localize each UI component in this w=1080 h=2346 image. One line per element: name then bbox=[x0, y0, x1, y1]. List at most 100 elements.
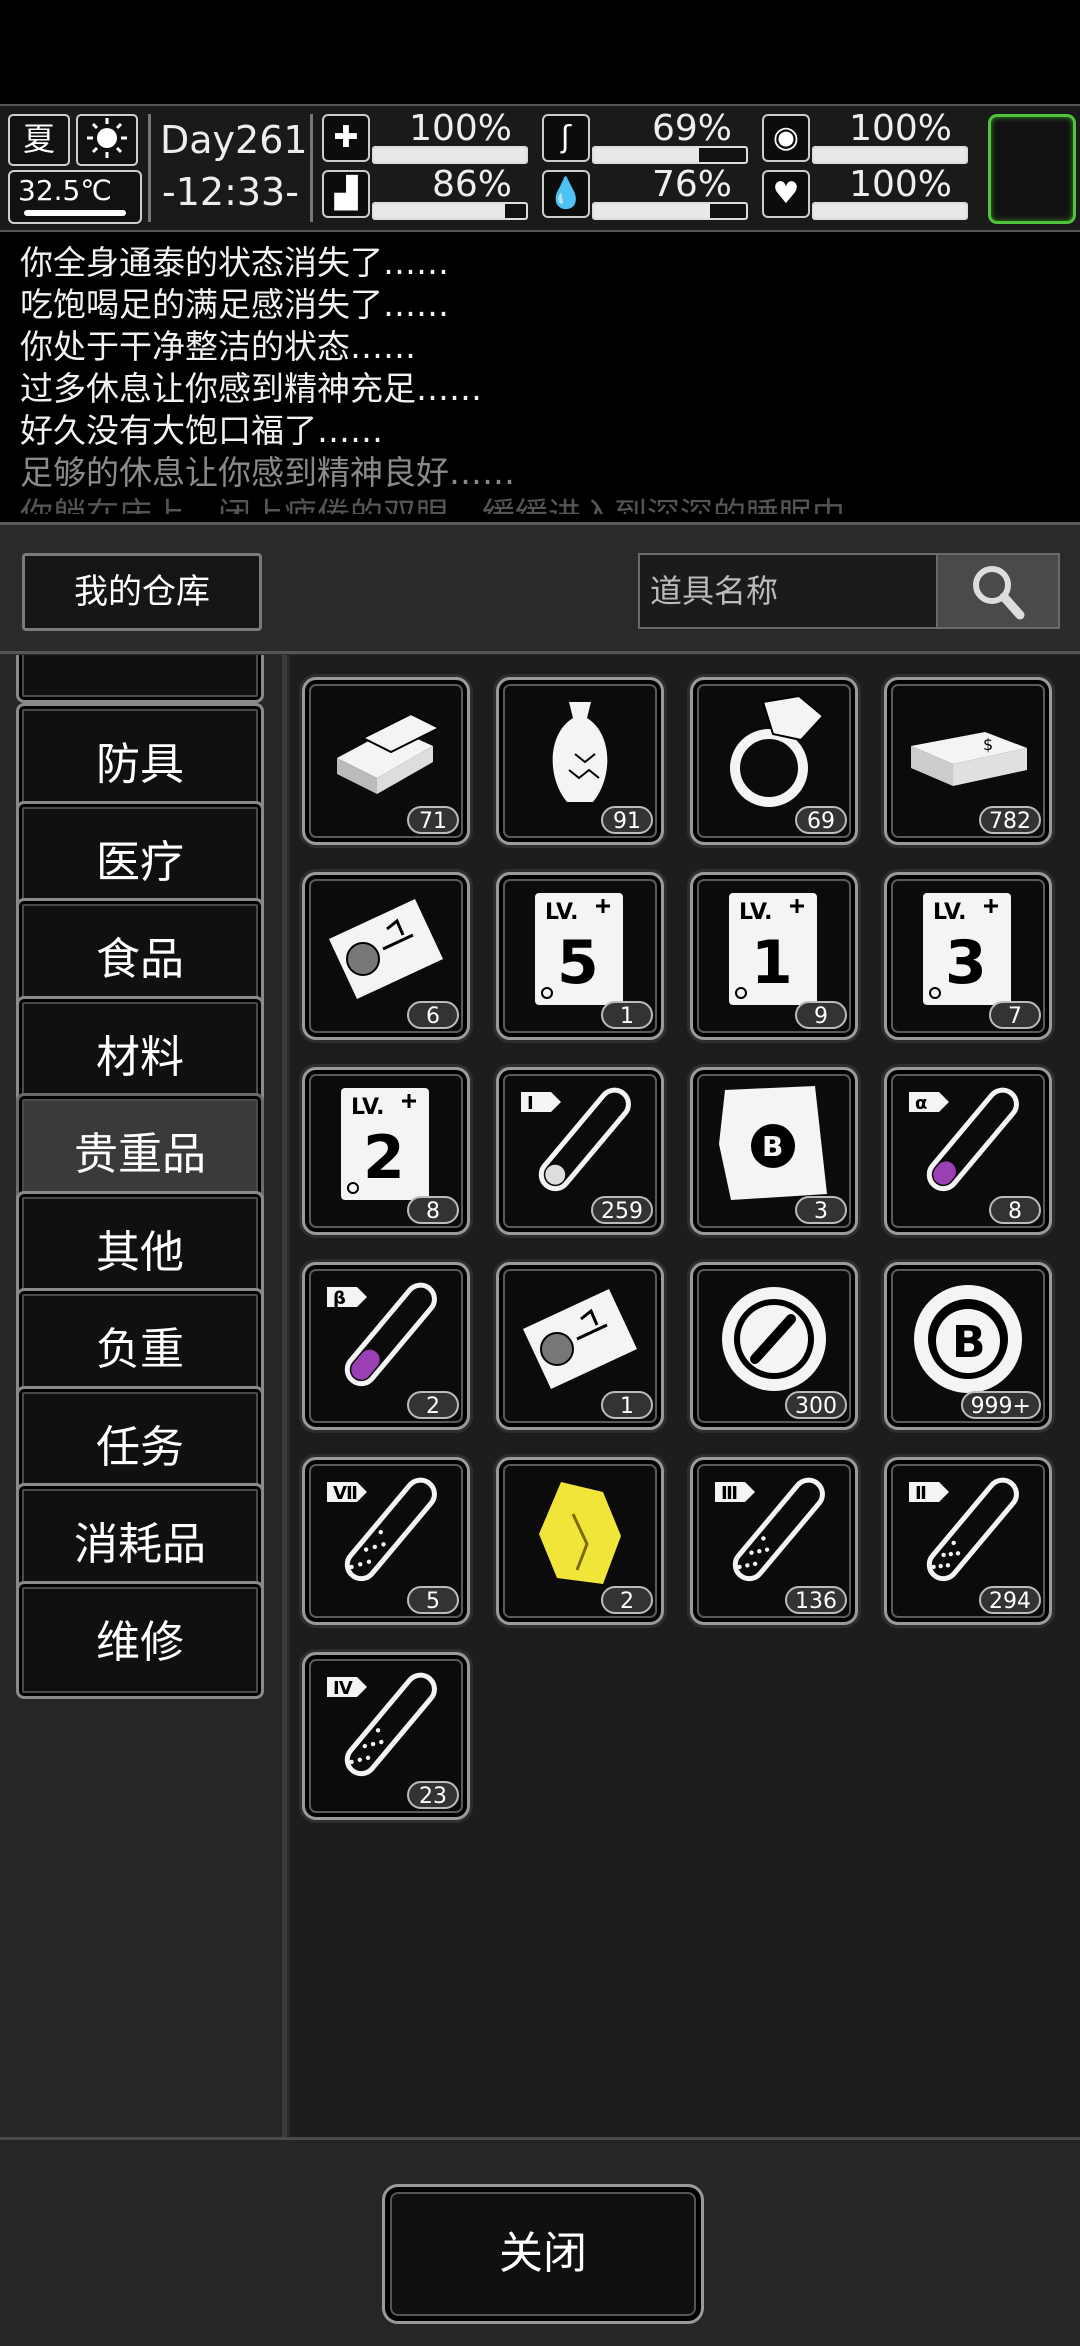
inventory-slot[interactable]: B3 bbox=[690, 1067, 858, 1235]
divider bbox=[310, 114, 313, 222]
equipped-slot[interactable] bbox=[988, 114, 1076, 224]
inventory-slot[interactable]: 71 bbox=[302, 677, 470, 845]
stat-bar bbox=[812, 202, 968, 220]
svg-text:1: 1 bbox=[751, 928, 793, 998]
inventory-slot[interactable]: 2 bbox=[496, 1457, 664, 1625]
close-button[interactable]: 关闭 bbox=[382, 2184, 704, 2324]
portrait-ticket-icon bbox=[523, 1289, 637, 1389]
stat-bar bbox=[372, 202, 528, 220]
item-count-badge: 1 bbox=[601, 1391, 653, 1419]
inventory-slot[interactable]: 6 bbox=[302, 872, 470, 1040]
svg-text:2: 2 bbox=[363, 1123, 405, 1193]
vase-icon bbox=[552, 702, 608, 802]
item-count-badge: 294 bbox=[979, 1586, 1041, 1614]
skill-book-icon: LV. 1 bbox=[729, 893, 817, 1005]
temperature-value: 32.5℃ bbox=[18, 174, 112, 207]
category-sidebar[interactable]: 防具 医疗 食品 材料 贵重品 其他 负重 任务 消耗品 维修 bbox=[0, 655, 284, 2137]
medkit-icon: ✚ bbox=[322, 114, 370, 162]
divider bbox=[0, 651, 1080, 654]
inventory-slot[interactable]: α8 bbox=[884, 1067, 1052, 1235]
footer: 关闭 bbox=[0, 2137, 1080, 2346]
inventory-slot[interactable]: $782 bbox=[884, 677, 1052, 845]
log-line: 吃饱喝足的满足感消失了…… bbox=[20, 285, 449, 324]
svg-text:3: 3 bbox=[945, 928, 987, 998]
inventory-slot[interactable]: Ⅳ 23 bbox=[302, 1652, 470, 1820]
test-tube-icon: α bbox=[909, 1087, 1019, 1192]
search-button[interactable] bbox=[936, 553, 1060, 629]
skill-book-icon: LV. 5 bbox=[535, 893, 623, 1005]
weather-sun-icon bbox=[76, 114, 138, 166]
svg-text:5: 5 bbox=[557, 928, 599, 998]
sidebar-scrollbar[interactable] bbox=[282, 655, 287, 2137]
inventory-slot[interactable]: LV. 3 7 bbox=[884, 872, 1052, 1040]
svg-text:Ⅳ: Ⅳ bbox=[333, 1678, 353, 1699]
water-drop-icon: 💧 bbox=[542, 170, 590, 218]
log-line: 足够的休息让你感到精神良好…… bbox=[20, 453, 515, 492]
portrait-ticket-icon bbox=[329, 899, 443, 999]
inventory-slot[interactable]: LV. 5 1 bbox=[496, 872, 664, 1040]
item-count-badge: 23 bbox=[407, 1781, 459, 1809]
item-count-badge: 782 bbox=[979, 806, 1041, 834]
inventory-slot[interactable]: LV. 1 9 bbox=[690, 872, 858, 1040]
inventory-slot[interactable]: Ⅶ5 bbox=[302, 1457, 470, 1625]
stat-bar-fill bbox=[594, 204, 710, 218]
category-item[interactable]: 维修 bbox=[16, 1580, 264, 1699]
test-tube-icon: Ⅱ bbox=[909, 1477, 1019, 1582]
svg-text:Ⅲ: Ⅲ bbox=[721, 1483, 738, 1504]
pill-icon: ◉ bbox=[762, 114, 810, 162]
test-tube-icon: Ⅲ bbox=[715, 1477, 825, 1582]
inventory-slot[interactable]: 1 bbox=[496, 1262, 664, 1430]
stat-value: 100% bbox=[849, 108, 952, 149]
inventory-slot[interactable]: B 999+ bbox=[884, 1262, 1052, 1430]
gold-nugget-icon bbox=[539, 1482, 621, 1584]
day-counter: Day261 bbox=[160, 118, 308, 162]
message-log: 你全身通泰的状态消失了…… 吃饱喝足的满足感消失了…… 你处于干净整洁的状态…… 过多… bbox=[20, 242, 1060, 514]
b-coin-icon: B bbox=[914, 1285, 1022, 1393]
item-count-badge: 300 bbox=[785, 1391, 847, 1419]
divider bbox=[148, 114, 151, 222]
stat-bar-fill bbox=[594, 148, 699, 162]
item-count-badge: 69 bbox=[795, 806, 847, 834]
search-input[interactable]: 道具名称 bbox=[638, 553, 936, 629]
thermometer-icon bbox=[24, 210, 126, 216]
item-count-badge: 1 bbox=[601, 1001, 653, 1029]
svg-text:LV.: LV. bbox=[545, 900, 579, 925]
svg-text:B: B bbox=[952, 1317, 986, 1368]
item-count-badge: 8 bbox=[407, 1196, 459, 1224]
svg-text:Ⅱ: Ⅱ bbox=[915, 1483, 927, 1504]
season-indicator: 夏 bbox=[8, 114, 70, 166]
svg-text:LV.: LV. bbox=[739, 900, 773, 925]
season-label: 夏 bbox=[22, 120, 55, 158]
category-item-partial[interactable] bbox=[16, 655, 264, 703]
stat-value: 100% bbox=[849, 164, 952, 205]
svg-text:I: I bbox=[527, 1093, 534, 1114]
ring-icon bbox=[730, 694, 825, 807]
test-tube-icon: Ⅶ bbox=[327, 1477, 437, 1582]
stat-bar bbox=[592, 202, 748, 220]
inventory-slot[interactable]: 91 bbox=[496, 677, 664, 845]
inventory-slot[interactable]: 300 bbox=[690, 1262, 858, 1430]
inventory-slot[interactable]: Ⅲ 136 bbox=[690, 1457, 858, 1625]
svg-text:β: β bbox=[333, 1288, 346, 1309]
log-line: 你处于干净整洁的状态…… bbox=[20, 327, 416, 366]
item-count-badge: 999+ bbox=[960, 1391, 1041, 1419]
heart-icon: ♥ bbox=[762, 170, 810, 218]
stat-bar bbox=[592, 146, 748, 164]
stat-value: 86% bbox=[431, 164, 512, 205]
stat-value: 76% bbox=[651, 164, 732, 205]
bounty-map-icon: B bbox=[719, 1086, 827, 1200]
log-line: 你躺在床上，闭上疲倦的双眼，缓缓进入到深深的睡眠中 bbox=[20, 494, 1060, 514]
status-bar: 夏 32.5℃ Day261 -12:33- ✚ 100% ʃ 69% ◉ 100% ▟ 86… bbox=[0, 104, 1080, 232]
item-count-badge: 3 bbox=[795, 1196, 847, 1224]
wrench-coin-icon bbox=[722, 1287, 826, 1391]
inventory-slot[interactable]: 69 bbox=[690, 677, 858, 845]
inventory-slot[interactable]: β2 bbox=[302, 1262, 470, 1430]
temperature-gauge: 32.5℃ bbox=[8, 170, 142, 224]
stat-bar-fill bbox=[374, 148, 526, 162]
item-grid[interactable]: 71 91 69 $782 6 LV. 5 1 LV. 1 9 LV. 3 7 LV. 2 8 I 259 B 3 α 8 β… bbox=[290, 655, 1080, 2137]
inventory-slot[interactable]: I 259 bbox=[496, 1067, 664, 1235]
stat-bar-fill bbox=[814, 204, 966, 218]
inventory-slot[interactable]: Ⅱ 294 bbox=[884, 1457, 1052, 1625]
inventory-slot[interactable]: LV. 2 8 bbox=[302, 1067, 470, 1235]
svg-text:$: $ bbox=[983, 735, 993, 754]
